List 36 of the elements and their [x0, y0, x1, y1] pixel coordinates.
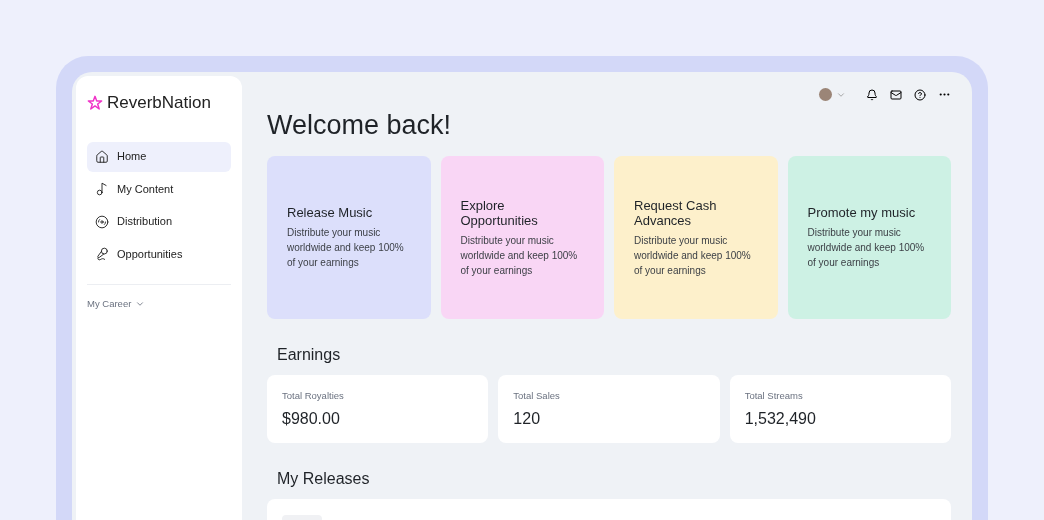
sidebar-item[interactable]: Opportunities: [87, 239, 231, 269]
stat-label: Total Royalties: [282, 389, 345, 404]
home-icon: [95, 149, 109, 164]
stat-value: $980.00: [282, 408, 341, 429]
stat-label: Total Sales: [513, 389, 561, 404]
music-note-icon: [95, 182, 109, 196]
card-title: Request Cash Advances: [634, 197, 718, 228]
disc-icon: [95, 214, 109, 229]
avatar[interactable]: [819, 88, 832, 102]
card-title: Release Music: [287, 205, 374, 221]
mail-icon[interactable]: [890, 88, 902, 101]
section-title: My Releases: [276, 469, 371, 490]
card-text: Distribute your music worldwide and keep 100% of your earnings: [634, 233, 752, 278]
notification-icon[interactable]: [866, 88, 878, 101]
sidebar-item[interactable]: My Content: [87, 174, 231, 204]
microphone-icon: [95, 247, 109, 261]
page-title: Welcome back!: [267, 109, 453, 143]
action-card[interactable]: Promote my music Distribute your music worldwide and keep 100% of your earnings: [787, 156, 951, 320]
section-toggle[interactable]: My Career: [87, 296, 146, 311]
star-logo-icon: [87, 94, 103, 111]
card-text: Distribute your music worldwide and keep 100% of your earnings: [807, 226, 926, 271]
sidebar-item[interactable]: Distribution: [87, 206, 231, 237]
section-title: Earnings: [276, 345, 342, 366]
logo-text: ReverbNation: [107, 92, 211, 114]
stat-value: 1,532,490: [744, 408, 817, 429]
card-text: Distribute your music worldwide and keep 100% of your earnings: [287, 226, 405, 271]
sidebar-item[interactable]: Home: [87, 141, 231, 172]
action-card[interactable]: Explore Opportunities Distribute your music worldwide and keep 100% of your earnings: [440, 156, 604, 320]
card-title: Promote my music: [807, 205, 917, 221]
stat-label: Total Streams: [744, 389, 804, 404]
card-title: Explore Opportunities: [460, 197, 539, 228]
card-text: Distribute your music worldwide and keep 100% of your earnings: [460, 233, 579, 278]
stat-value: 120: [513, 408, 542, 429]
action-card[interactable]: Release Music Distribute your music worldwide and keep 100% of your earnings: [267, 156, 431, 320]
action-card[interactable]: Request Cash Advances Distribute your music worldwide and keep 100% of your earnings: [614, 156, 778, 320]
help-icon[interactable]: [914, 88, 926, 101]
